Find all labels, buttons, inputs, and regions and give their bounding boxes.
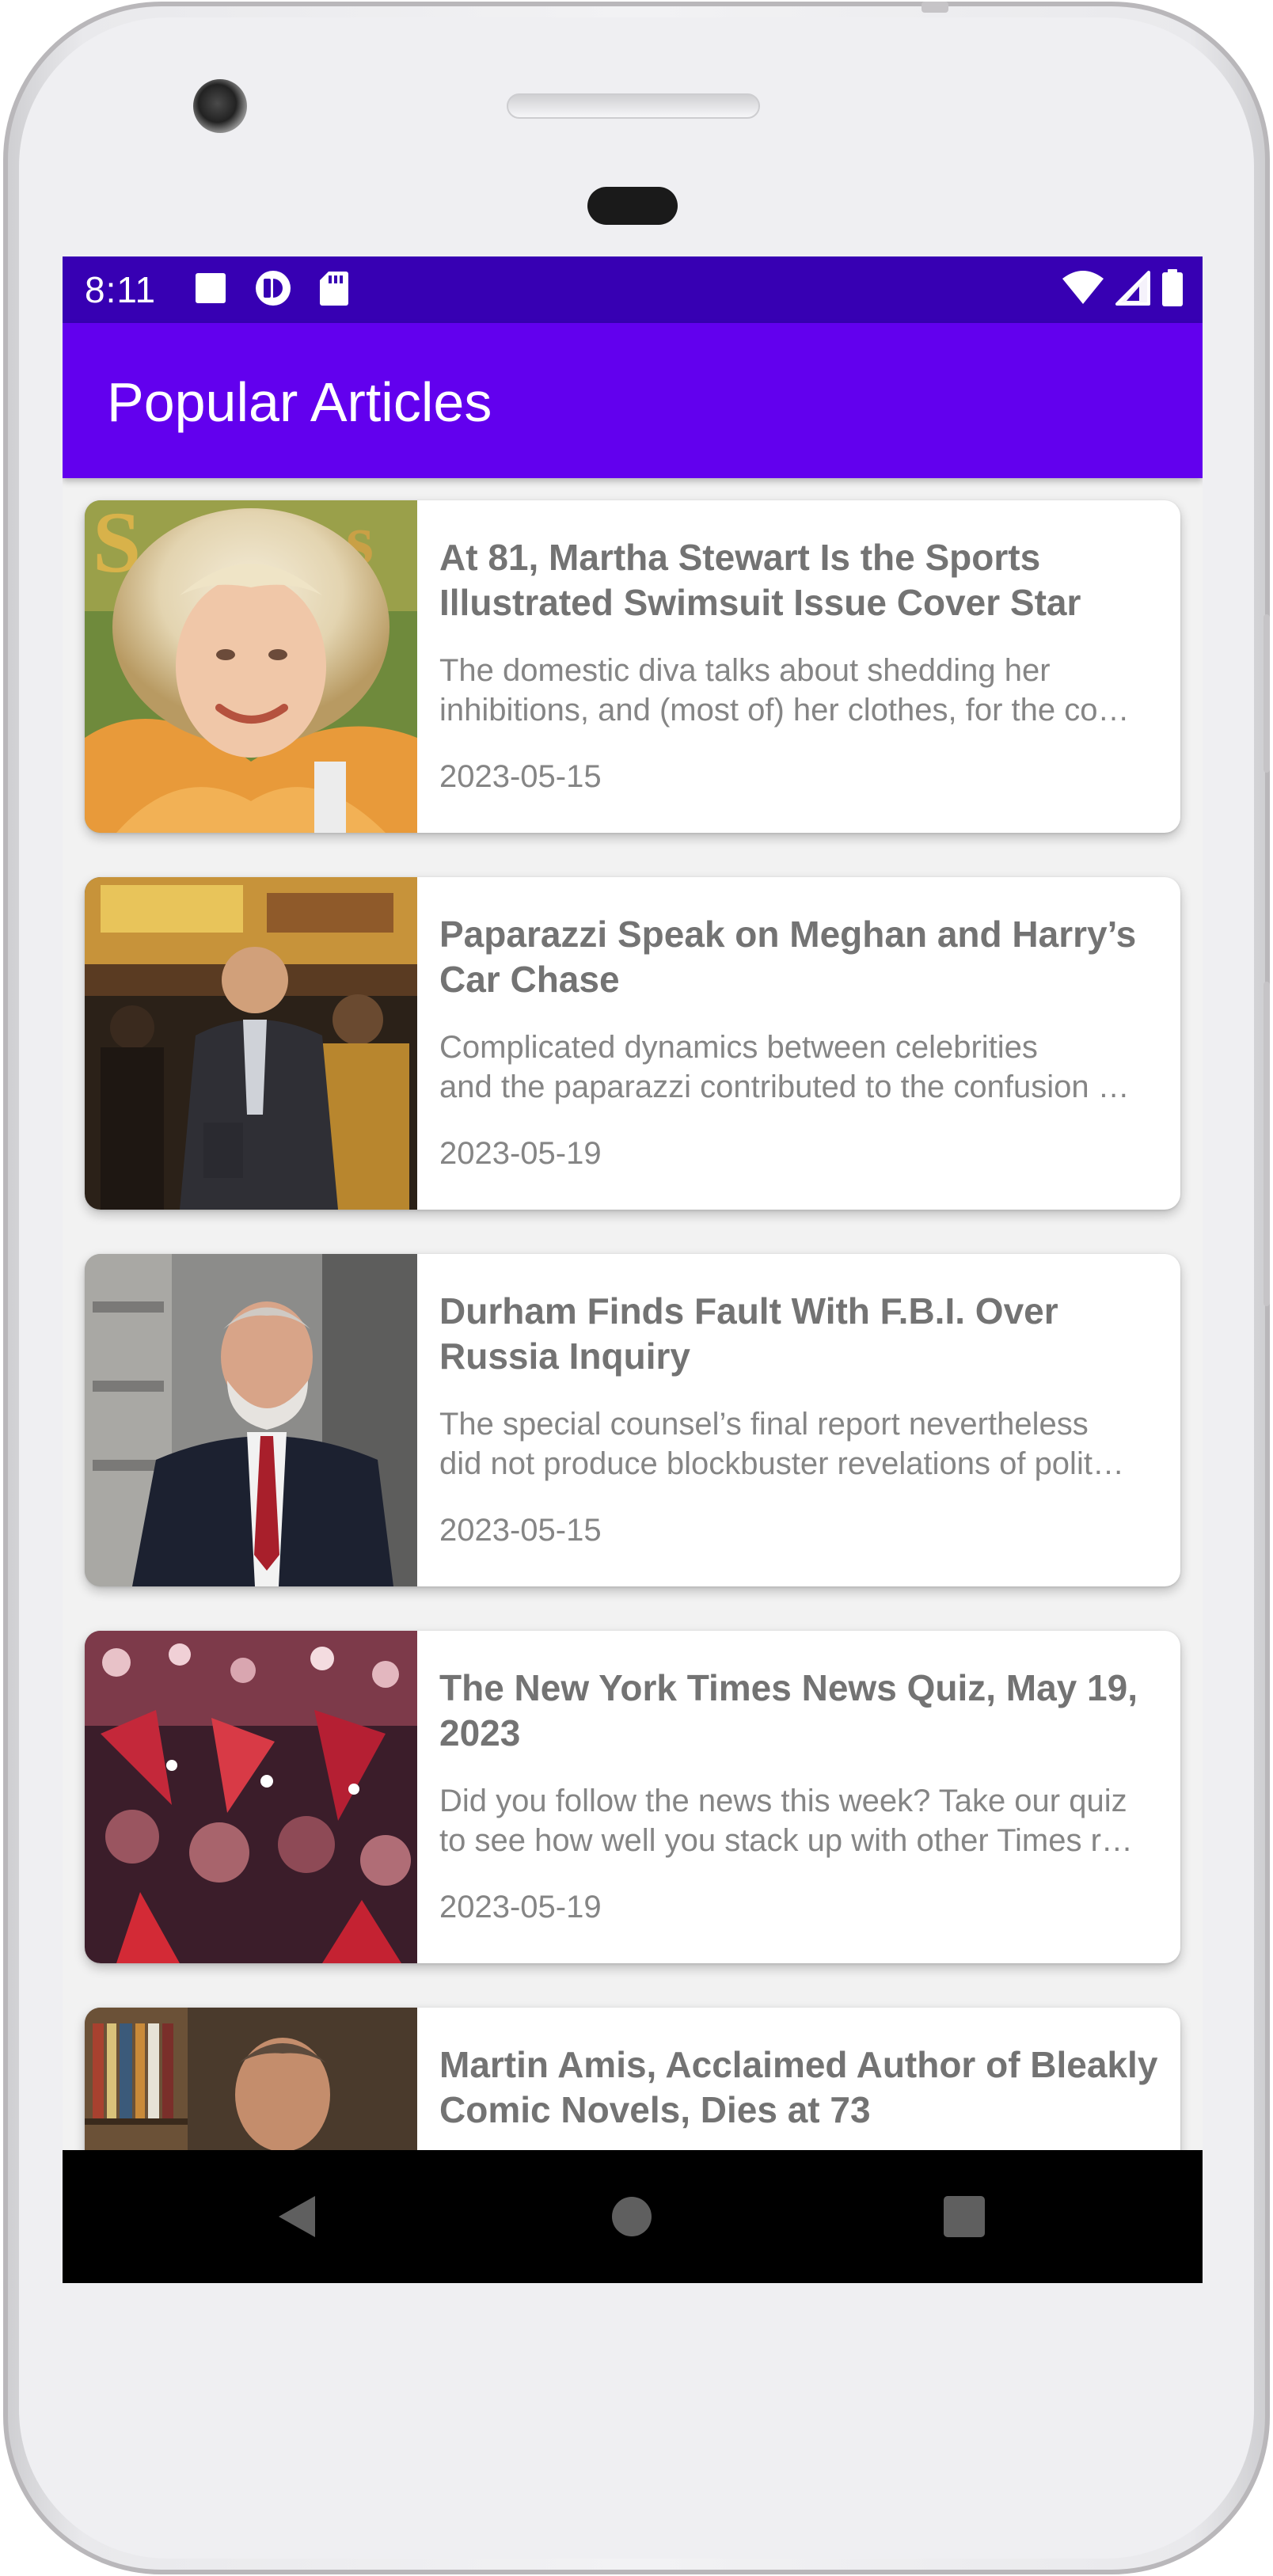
article-abstract: Did you follow the news this week? Take … <box>439 1781 1158 1860</box>
volume-button <box>1264 982 1270 1306</box>
recents-icon <box>944 2196 985 2237</box>
sd-card-icon <box>319 270 349 310</box>
proximity-sensor <box>587 187 678 225</box>
article-abstract-line: to see how well you stack up with other … <box>439 1823 1133 1858</box>
article-abstract: The domestic diva talks about shedding h… <box>439 651 1158 730</box>
article-abstract-line: Complicated dynamics between celebrities <box>439 1030 1038 1065</box>
status-bar: 8:11 <box>63 256 1203 323</box>
status-time: 8:11 <box>85 269 157 310</box>
article-date: 2023-05-19 <box>439 1890 602 1924</box>
article-thumbnail <box>85 1631 417 1963</box>
article-text: At 81, Martha Stewart Is the Sports Illu… <box>439 535 1158 796</box>
wifi-icon <box>1062 270 1104 310</box>
article-card[interactable]: Paparazzi Speak on Meghan and Harry’s Ca… <box>85 877 1180 1210</box>
power-button <box>1264 614 1270 773</box>
article-thumbnail: S s <box>85 500 417 833</box>
article-card[interactable]: Martin Amis, Acclaimed Author of Bleakly… <box>85 2008 1180 2150</box>
article-thumbnail <box>85 877 417 1210</box>
article-card[interactable]: S s At 81, Martha Stewart Is the Sports … <box>85 500 1180 833</box>
article-text: Paparazzi Speak on Meghan and Harry’s Ca… <box>439 912 1158 1173</box>
article-thumbnail <box>85 1254 417 1586</box>
home-icon <box>612 2197 652 2236</box>
article-abstract-line: did not produce blockbuster revelations … <box>439 1446 1124 1481</box>
article-abstract-line: Did you follow the news this week? Take … <box>439 1784 1127 1818</box>
article-abstract-line: The special counsel’s final report never… <box>439 1407 1089 1442</box>
article-title: The New York Times News Quiz, May 19, 20… <box>439 1667 1138 1753</box>
navigation-bar <box>63 2150 1203 2283</box>
article-abstract: Complicated dynamics between celebrities… <box>439 1028 1158 1107</box>
earpiece-speaker <box>507 93 760 119</box>
article-text: Durham Finds Fault With F.B.I. Over Russ… <box>439 1289 1158 1550</box>
app-bar: Popular Articles <box>63 323 1203 478</box>
device-screen: 8:11 Popular Articles S s At 81, Martha … <box>63 256 1203 2283</box>
article-date: 2023-05-19 <box>439 1136 602 1171</box>
article-title: At 81, Martha Stewart Is the Sports Illu… <box>439 537 1081 623</box>
article-date: 2023-05-15 <box>439 759 602 794</box>
article-card[interactable]: The New York Times News Quiz, May 19, 20… <box>85 1631 1180 1963</box>
article-abstract-line: The domestic diva talks about shedding h… <box>439 653 1051 688</box>
battery-icon <box>1161 268 1184 311</box>
front-camera <box>193 79 247 133</box>
status-notification-icons <box>194 269 349 311</box>
article-title: Paparazzi Speak on Meghan and Harry’s Ca… <box>439 914 1137 1000</box>
article-list[interactable]: S s At 81, Martha Stewart Is the Sports … <box>63 478 1203 2150</box>
back-button[interactable] <box>264 2183 331 2250</box>
page-title: Popular Articles <box>107 371 492 433</box>
article-title: Martin Amis, Acclaimed Author of Bleakly… <box>439 2044 1158 2130</box>
home-button[interactable] <box>598 2183 665 2250</box>
article-text: The New York Times News Quiz, May 19, 20… <box>439 1666 1158 1927</box>
stop-notification-icon <box>194 272 227 309</box>
article-card[interactable]: Durham Finds Fault With F.B.I. Over Russ… <box>85 1254 1180 1586</box>
article-abstract: The special counsel’s final report never… <box>439 1404 1158 1484</box>
media-icon <box>254 269 292 311</box>
article-abstract-line: inhibitions, and (most of) her clothes, … <box>439 693 1130 728</box>
article-abstract-line: and the paparazzi contributed to the con… <box>439 1070 1130 1104</box>
article-text: Martin Amis, Acclaimed Author of Bleakly… <box>439 2042 1158 2133</box>
recents-button[interactable] <box>931 2183 998 2250</box>
article-title: Durham Finds Fault With F.B.I. Over Russ… <box>439 1290 1058 1377</box>
top-button <box>922 2 948 13</box>
cell-signal-icon <box>1115 270 1150 310</box>
article-date: 2023-05-15 <box>439 1513 602 1548</box>
article-thumbnail <box>85 2008 417 2150</box>
back-icon <box>279 2196 315 2237</box>
status-system-icons <box>1062 268 1184 311</box>
